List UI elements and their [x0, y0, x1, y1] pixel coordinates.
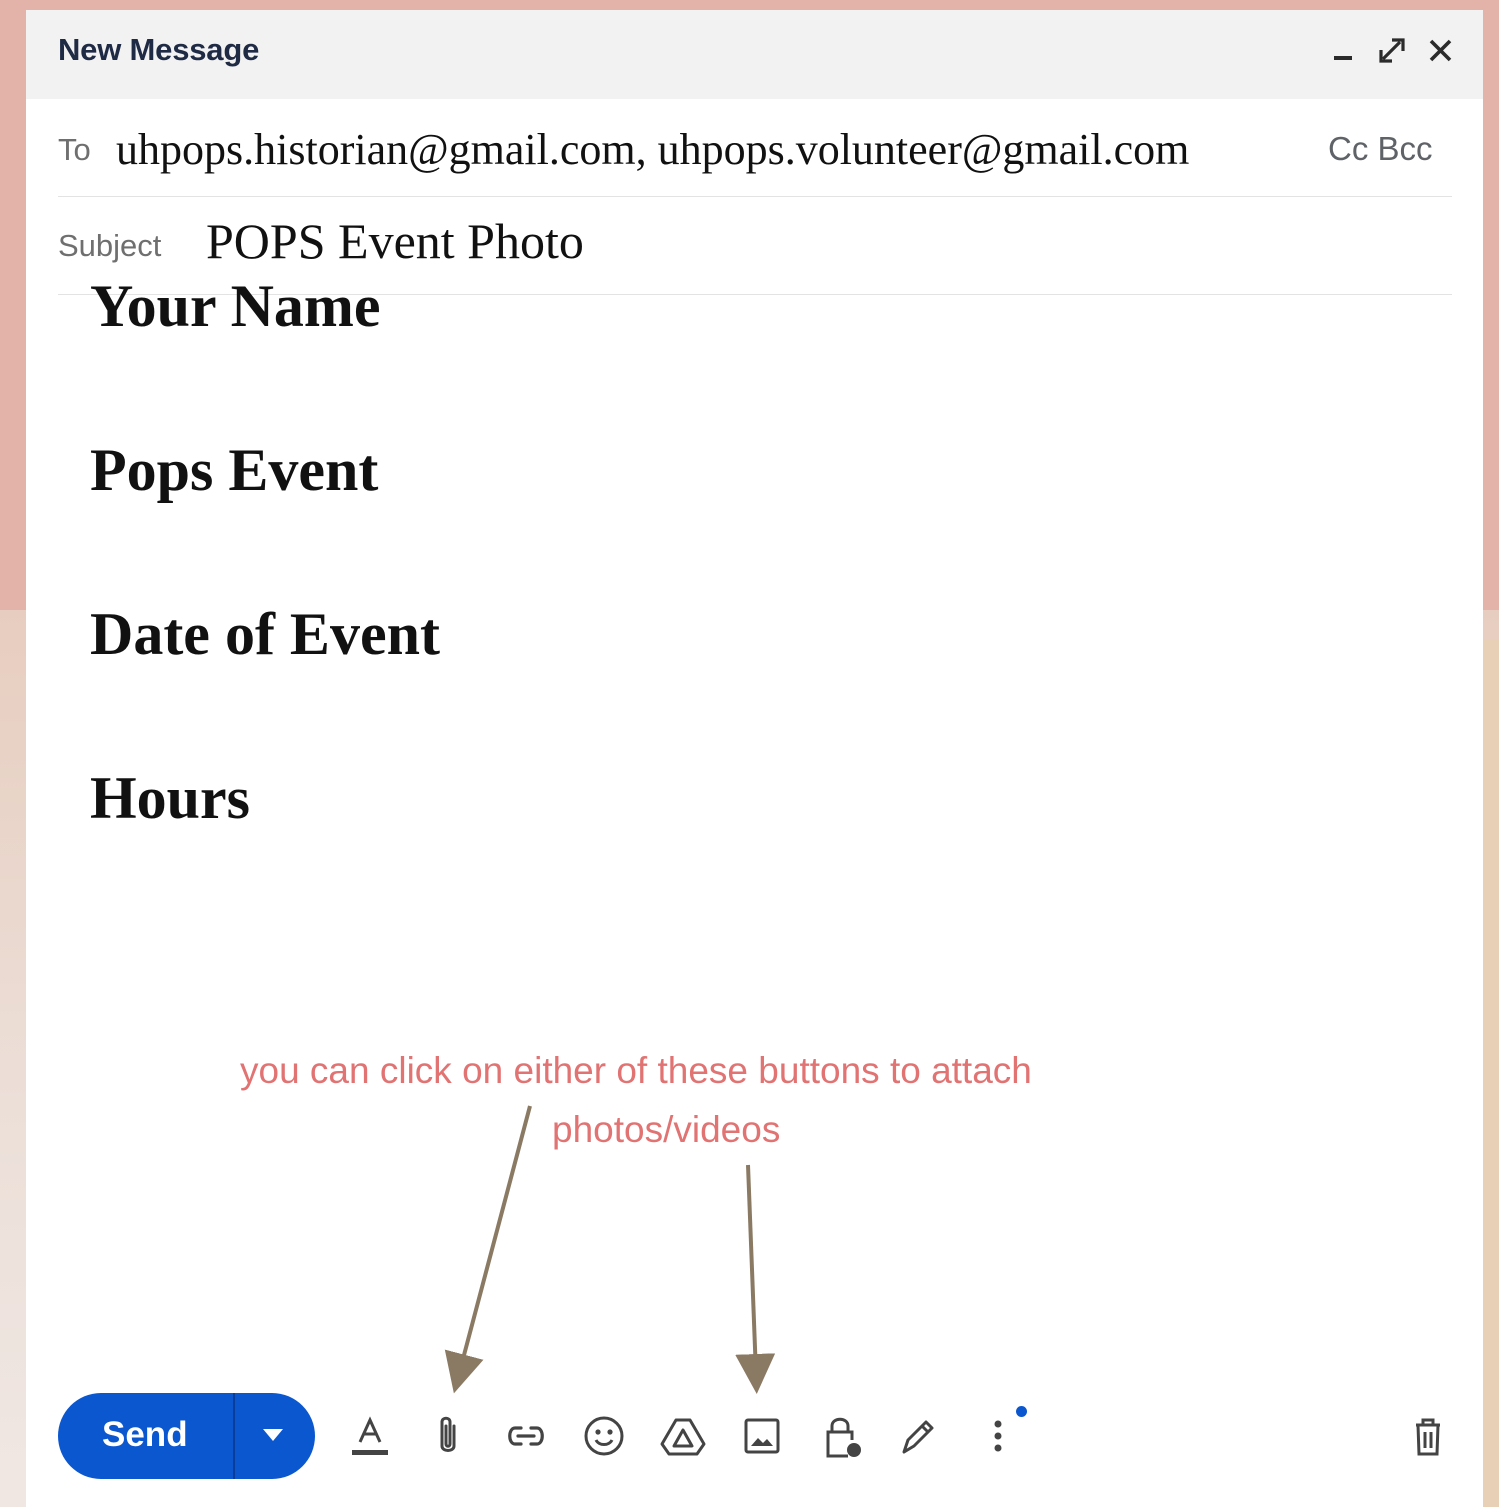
- subject-input[interactable]: POPS Event Photo: [206, 212, 584, 270]
- discard-trash-icon[interactable]: [1404, 1412, 1452, 1460]
- attach-file-icon[interactable]: [424, 1412, 472, 1460]
- body-line-event: Pops Event: [90, 437, 379, 503]
- cc-bcc-link[interactable]: Cc Bcc: [1328, 130, 1433, 168]
- expand-icon[interactable]: [1376, 32, 1410, 68]
- send-options-dropdown[interactable]: [261, 1425, 285, 1447]
- compose-title: New Message: [58, 32, 260, 67]
- send-button-group: Send: [58, 1393, 315, 1479]
- subject-label: Subject: [58, 228, 162, 263]
- close-icon[interactable]: [1424, 32, 1458, 68]
- to-recipients-input[interactable]: uhpops.historian@gmail.com, uhpops.volun…: [116, 124, 1189, 175]
- body-line-hours: Hours: [90, 765, 251, 831]
- body-line-name: Your Name: [90, 273, 381, 339]
- body-line-date: Date of Event: [90, 601, 440, 667]
- signature-icon[interactable]: [894, 1412, 942, 1460]
- annotation-line-2: photos/videos: [552, 1109, 781, 1150]
- compose-window: New Message To uhpops.historian@gmail.co…: [26, 10, 1483, 1507]
- send-divider: [233, 1393, 235, 1479]
- confidential-mode-icon[interactable]: [818, 1412, 866, 1460]
- insert-photo-icon[interactable]: [738, 1412, 786, 1460]
- to-row-divider: [58, 196, 1452, 197]
- compose-titlebar: New Message: [26, 10, 1483, 99]
- to-label: To: [58, 132, 91, 167]
- google-drive-icon[interactable]: [659, 1412, 707, 1460]
- annotation-line-1: you can click on either of these buttons…: [240, 1050, 1032, 1091]
- send-button[interactable]: Send: [102, 1415, 188, 1455]
- emoji-icon[interactable]: [580, 1412, 628, 1460]
- more-options-icon[interactable]: [974, 1412, 1022, 1460]
- minimize-icon[interactable]: [1328, 32, 1362, 68]
- format-text-icon[interactable]: [346, 1412, 394, 1460]
- insert-link-icon[interactable]: [502, 1412, 550, 1460]
- notification-dot: [1016, 1406, 1027, 1417]
